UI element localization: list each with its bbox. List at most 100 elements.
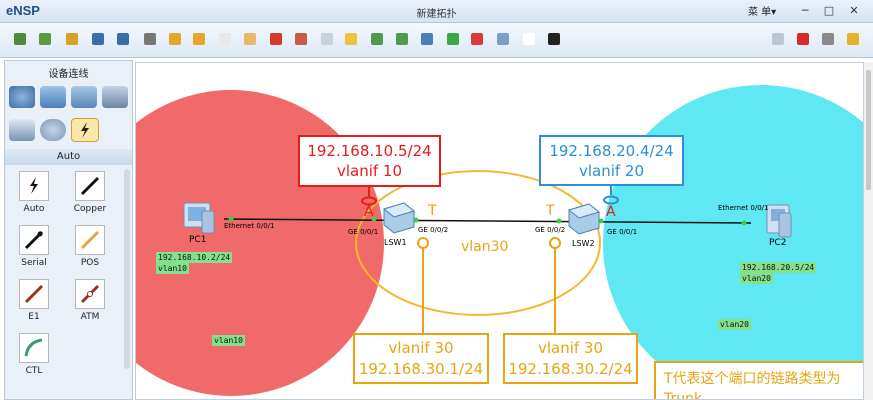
menu-button[interactable]: 菜 单▾: [748, 3, 776, 18]
new-example-icon[interactable]: [35, 29, 55, 49]
lsw1-icon[interactable]: [382, 202, 416, 234]
serial-cable-icon: [24, 230, 44, 250]
lsw2-vlanif20-box: 192.168.20.4/24 vlanif 20: [539, 135, 684, 186]
text-icon[interactable]: [317, 29, 337, 49]
cable-section-header: Auto: [5, 149, 132, 165]
stop-icon[interactable]: [467, 29, 487, 49]
lsw2-port-gi1-label: GE 0/0/1: [607, 228, 638, 236]
save-icon[interactable]: [88, 29, 108, 49]
vlan20-zone-label: vlan20: [718, 319, 751, 330]
cable-e1[interactable]: [19, 279, 49, 309]
print-icon[interactable]: [140, 29, 160, 49]
capture-icon[interactable]: [493, 29, 513, 49]
new-topology-icon[interactable]: [10, 29, 30, 49]
firewall-icon[interactable]: [102, 86, 128, 108]
topology-canvas[interactable]: PC1 Ethernet 0/0/1 GE 0/0/1 LSW1 GE 0/0/…: [135, 62, 864, 400]
pc1-ip-label: 192.168.10.2/24: [156, 252, 233, 263]
save-as-icon[interactable]: [113, 29, 133, 49]
port-dot: [556, 218, 562, 224]
help-icon[interactable]: [843, 29, 863, 49]
cable-label-atm: ATM: [80, 312, 100, 322]
maximize-button[interactable]: □: [818, 2, 840, 19]
undo-icon[interactable]: [165, 29, 185, 49]
close-button[interactable]: ✕: [843, 2, 865, 19]
trunk-note-text: T代表这个端口的链路类型为Trunk: [664, 371, 841, 400]
cable-list-scrollbar[interactable]: [124, 169, 130, 369]
lsw2-vlanif30-box: vlanif 30 192.168.30.2/24: [503, 333, 638, 384]
cable-ctl[interactable]: [19, 333, 49, 363]
screenshot-icon[interactable]: [544, 29, 564, 49]
router-icon[interactable]: [9, 86, 35, 108]
zoom-out-icon[interactable]: [392, 29, 412, 49]
lsw2-icon[interactable]: [567, 203, 601, 235]
cable-icon[interactable]: [71, 118, 99, 142]
topology-drawing: [136, 85, 863, 399]
port-dot: [228, 216, 234, 222]
device-panel: 设备连线 Auto Auto Copper Serial POS E1 ATM …: [4, 60, 133, 400]
grid-icon[interactable]: [519, 29, 539, 49]
cable-atm[interactable]: [75, 279, 105, 309]
cable-label-ctl: CTL: [25, 366, 43, 376]
delete-link-icon[interactable]: [291, 29, 311, 49]
pc1-vlan-label: vlan10: [156, 263, 189, 274]
lsw1-trunk-mark: T: [428, 203, 437, 219]
palette-icon[interactable]: [341, 29, 361, 49]
pc2-vlan-label: vlan20: [740, 273, 773, 284]
pan-icon[interactable]: [240, 29, 260, 49]
trunk-note-box: T代表这个端口的链路类型为Trunk: [654, 361, 863, 400]
switch-icon[interactable]: [40, 86, 66, 108]
lsw2-vlanif30-name: vlanif 30: [537, 339, 604, 357]
minimize-button[interactable]: ─: [794, 2, 816, 19]
start-icon[interactable]: [443, 29, 463, 49]
pc2-port-label: Ethernet 0/0/1: [718, 204, 769, 212]
cable-copper[interactable]: [75, 171, 105, 201]
e1-cable-icon: [24, 284, 44, 304]
title-bar: eNSP 新建拓扑 菜 单▾ ─ □ ✕: [0, 0, 873, 23]
select-icon[interactable]: [215, 29, 235, 49]
cable-label-copper: Copper: [73, 204, 107, 214]
wlan-icon[interactable]: [71, 86, 97, 108]
settings-icon[interactable]: [818, 29, 838, 49]
cable-pos[interactable]: [75, 225, 105, 255]
zoom-in-icon[interactable]: [367, 29, 387, 49]
open-icon[interactable]: [62, 29, 82, 49]
redo-icon[interactable]: [189, 29, 209, 49]
vlanif-marker: [417, 237, 429, 249]
vlan20-zone: [603, 85, 863, 399]
pc-icon[interactable]: [9, 119, 35, 141]
lsw1-label: LSW1: [384, 238, 407, 247]
huawei-icon[interactable]: [793, 29, 813, 49]
chat-icon[interactable]: [768, 29, 788, 49]
cloud-icon[interactable]: [40, 119, 66, 141]
lsw1-access-mark: A: [364, 204, 374, 220]
lsw1-vlanif30-ip: 192.168.30.1/24: [358, 360, 484, 378]
lsw1-vlanif30-box: vlanif 30 192.168.30.1/24: [353, 333, 489, 384]
cable-serial[interactable]: [19, 225, 49, 255]
lsw2-trunk-mark: T: [546, 203, 555, 219]
cable-label-auto: Auto: [23, 204, 45, 214]
canvas-scrollbar-thumb[interactable]: [866, 70, 871, 190]
cable-auto[interactable]: [19, 171, 49, 201]
lsw2-label: LSW2: [572, 239, 595, 248]
lightning-icon: [81, 122, 89, 138]
delete-icon[interactable]: [266, 29, 286, 49]
cable-label-e1: E1: [28, 312, 40, 322]
lsw2-access-mark: A: [606, 204, 616, 220]
pc2-icon[interactable]: [766, 204, 792, 238]
pos-cable-icon: [80, 230, 100, 250]
copper-cable-icon: [80, 176, 100, 196]
vlanif-marker: [549, 237, 561, 249]
fit-icon[interactable]: [417, 29, 437, 49]
lsw2-vlanif30-ip: 192.168.30.2/24: [508, 360, 633, 378]
cable-label-serial: Serial: [21, 258, 47, 268]
cable-label-pos: POS: [80, 258, 100, 268]
pc1-port-label: Ethernet 0/0/1: [224, 222, 275, 230]
lsw1-vlanif10-name: vlanif 10: [336, 162, 403, 180]
toolbar: [0, 23, 873, 58]
lsw1-vlanif10-ip: 192.168.10.5/24: [307, 142, 432, 160]
lsw1-port-gi2-label: GE 0/0/2: [418, 226, 449, 234]
lsw1-vlanif10-box: 192.168.10.5/24 vlanif 10: [298, 135, 441, 187]
pc2-ip-label: 192.168.20.5/24: [740, 262, 817, 273]
lsw2-port-gi2-label: GE 0/0/2: [535, 226, 566, 234]
lsw2-vlanif20-ip: 192.168.20.4/24: [549, 142, 674, 160]
